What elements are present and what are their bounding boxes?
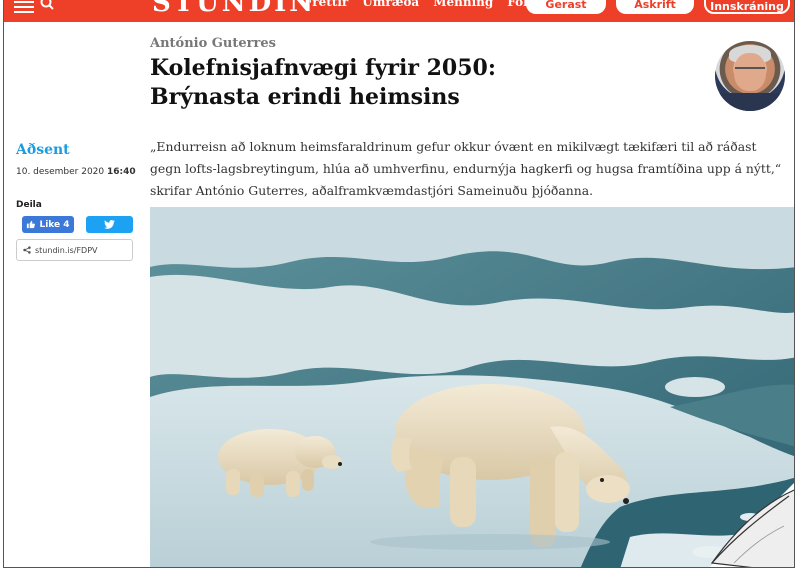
main-nav: Fréttir Umræða Menning Fólk xyxy=(304,0,536,9)
subscription-button[interactable]: Áskrift xyxy=(616,0,694,14)
nav-item[interactable]: Menning xyxy=(433,0,493,9)
page-curl-decoration xyxy=(710,483,794,567)
author-avatar xyxy=(715,41,785,111)
share-label: Deila xyxy=(16,200,42,210)
nav-item[interactable]: Fréttir xyxy=(304,0,348,9)
menu-icon[interactable] xyxy=(14,0,34,13)
article-title: Kolefnisjafnvægi fyrir 2050: Brýnasta er… xyxy=(150,54,670,112)
date-text: 10. desember 2020 xyxy=(16,167,105,177)
article-lead: „Endurreisn að loknum heimsfaraldrinum g… xyxy=(150,139,782,198)
twitter-share-button[interactable] xyxy=(86,216,133,233)
facebook-like-button[interactable]: Like 4 xyxy=(22,216,74,233)
title-line-1: Kolefnisjafnvægi fyrir 2050: xyxy=(150,55,496,81)
site-logo[interactable]: STUNDIN xyxy=(152,0,316,18)
polar-bears-photo xyxy=(150,207,794,567)
short-link-text: stundin.is/FDPV xyxy=(35,245,98,255)
thumbs-up-icon xyxy=(27,220,36,229)
share-icon xyxy=(23,246,31,254)
title-line-2: Brýnasta erindi heimsins xyxy=(150,84,460,110)
article-author[interactable]: António Guterres xyxy=(150,36,276,51)
time-text: 16:40 xyxy=(107,167,136,177)
short-link-box[interactable]: stundin.is/FDPV xyxy=(16,239,133,261)
login-button[interactable]: Innskráning xyxy=(704,0,790,14)
article-category[interactable]: Aðsent xyxy=(16,142,70,158)
publish-date: 10. desember 2020 16:40 xyxy=(16,167,136,177)
subscribe-button[interactable]: Gerast áskrifandi xyxy=(526,0,606,14)
twitter-bird-icon xyxy=(104,220,115,229)
article-hero-image xyxy=(150,207,794,567)
search-icon[interactable] xyxy=(40,0,54,10)
site-header: STUNDIN Fréttir Umræða Menning Fólk Gera… xyxy=(4,0,794,22)
page-frame: STUNDIN Fréttir Umræða Menning Fólk Gera… xyxy=(3,0,795,568)
nav-item[interactable]: Umræða xyxy=(362,0,419,9)
like-label: Like 4 xyxy=(39,219,70,230)
